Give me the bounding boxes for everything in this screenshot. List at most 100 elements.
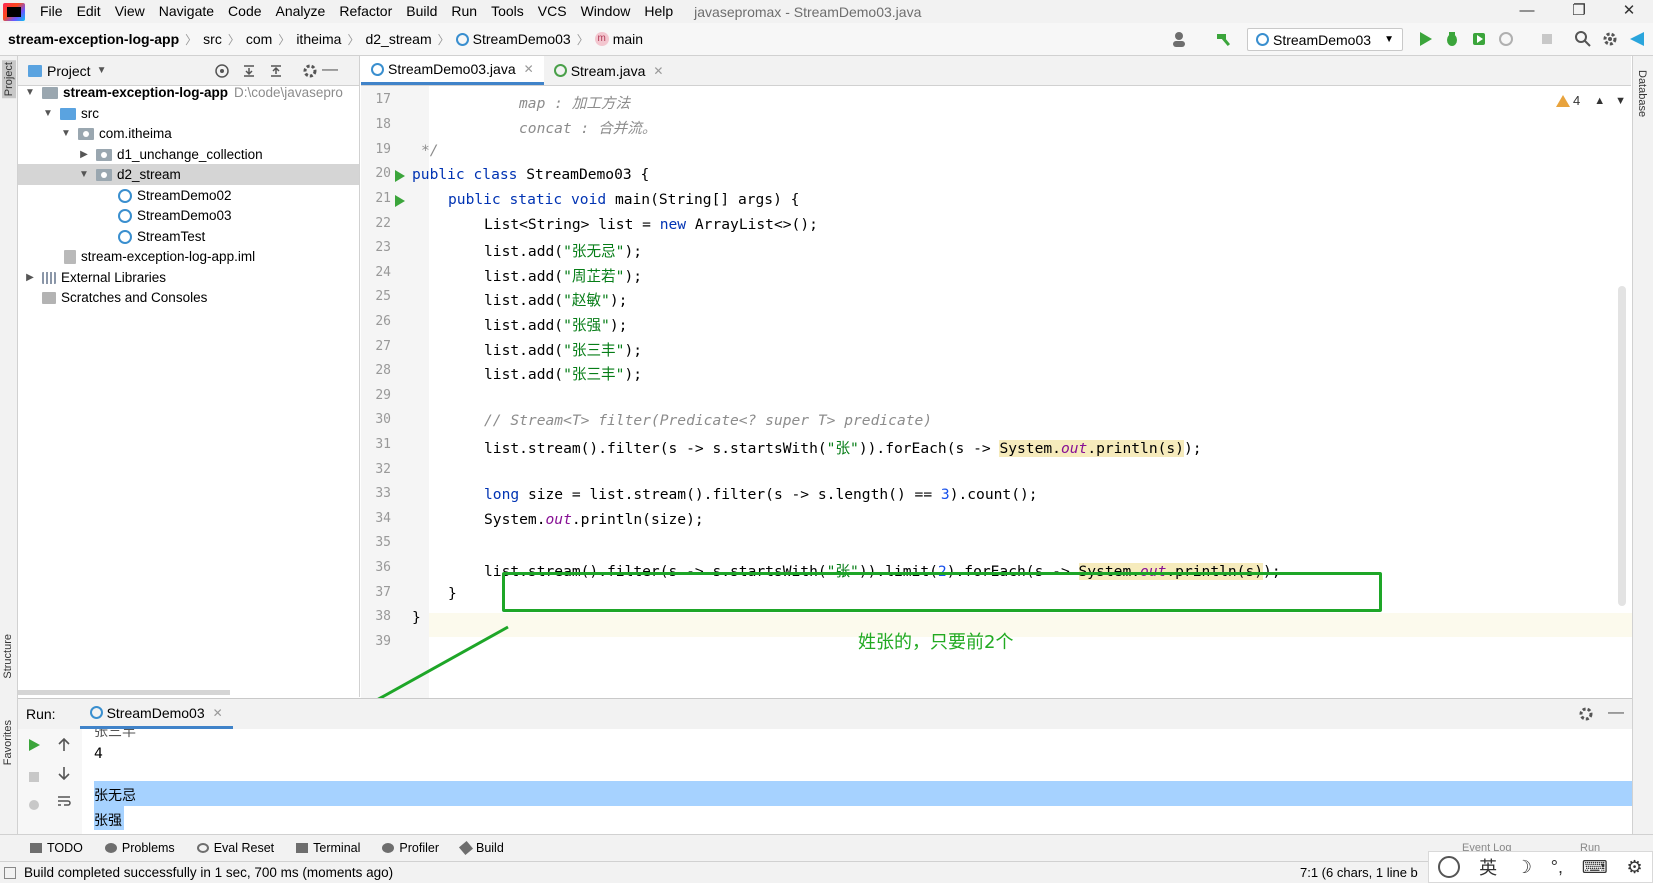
jetbrains-toolbox-icon[interactable] [1628,30,1646,48]
build-hammer-icon[interactable] [1215,30,1233,48]
locate-icon[interactable] [214,63,230,79]
menu-build[interactable]: Build [399,0,444,23]
tree-item-d2[interactable]: ▼ d2_stream [18,164,359,185]
chevron-down-icon[interactable]: ▼ [24,87,36,98]
todo-tool-button[interactable]: TODO [30,841,83,855]
ime-language-toggle[interactable]: 英 [1479,854,1497,880]
coverage-icon[interactable] [1470,30,1488,48]
tab-streamdemo03[interactable]: StreamDemo03.java ✕ [361,56,544,85]
run-configuration-select[interactable]: StreamDemo03 ▼ [1247,28,1403,51]
punctuation-icon[interactable]: °, [1551,857,1563,878]
chevron-down-icon[interactable]: ▼ [1615,95,1626,107]
minimize-button[interactable]: — [1503,0,1551,23]
build-tool-button[interactable]: Build [458,840,504,856]
gear-icon[interactable]: ⚙ [1626,857,1642,878]
caret-position[interactable]: 7:1 (6 chars, 1 line b [1300,865,1418,880]
menu-help[interactable]: Help [637,0,680,23]
menu-run[interactable]: Run [444,0,484,23]
vertical-scrollbar[interactable] [1618,286,1626,606]
stop-icon[interactable] [1538,30,1556,48]
rerun-icon[interactable] [26,737,42,753]
run-gutter-icon[interactable] [395,170,405,182]
inspection-widget[interactable]: 4 ▲ ▼ [1556,93,1626,108]
database-tool-button[interactable]: Database [1636,70,1648,117]
stop-icon[interactable] [26,769,42,785]
tree-item-file[interactable]: StreamDemo02 [18,185,359,206]
tree-item-d1[interactable]: ▶ d1_unchange_collection [18,144,359,165]
run-gutter-icon[interactable] [395,195,405,207]
breadcrumb-src[interactable]: src 〉 [203,31,246,48]
chevron-down-icon[interactable]: ▼ [42,108,54,119]
breadcrumb-method[interactable]: m main [594,31,643,47]
breadcrumb-class[interactable]: StreamDemo03 〉 [455,31,595,48]
tree-item-scratches[interactable]: Scratches and Consoles [18,287,359,308]
restore-button[interactable]: ❐ [1555,0,1603,23]
hide-icon[interactable]: — [322,61,338,79]
tab-run-streamdemo03[interactable]: StreamDemo03 ✕ [79,699,233,729]
arrow-down-icon[interactable] [56,765,72,781]
menu-code[interactable]: Code [221,0,268,23]
menu-analyze[interactable]: Analyze [269,0,333,23]
menu-vcs[interactable]: VCS [531,0,574,23]
menu-navigate[interactable]: Navigate [152,0,221,23]
tree-item-root[interactable]: ▼ stream-exception-log-app D:\code\javas… [18,82,359,103]
run-tool-button[interactable]: Run [1580,842,1600,851]
gear-icon[interactable] [1601,30,1619,48]
menu-window[interactable]: Window [574,0,638,23]
structure-tool-button[interactable]: Structure [2,634,14,679]
project-tool-button[interactable]: Project [2,60,16,99]
tree-item-iml[interactable]: stream-exception-log-app.iml [18,246,359,267]
event-log-tool-button[interactable]: Event Log [1462,842,1512,851]
chevron-down-icon[interactable]: ▼ [78,169,90,180]
close-icon[interactable]: ✕ [653,64,663,78]
moon-icon[interactable]: ☽ [1516,857,1532,878]
favorites-tool-button[interactable]: Favorites [2,720,14,765]
collapse-all-icon[interactable] [268,63,284,79]
user-icon[interactable] [1172,30,1190,48]
close-icon[interactable]: ✕ [524,62,534,76]
tree-item-src[interactable]: ▼ src [18,103,359,124]
eval-reset-tool-button[interactable]: Eval Reset [196,841,274,855]
chevron-right-icon[interactable]: ▶ [24,272,36,283]
debug-icon[interactable] [26,797,42,813]
search-icon[interactable] [1574,30,1592,48]
status-toggle-icon[interactable] [4,867,16,879]
chevron-down-icon[interactable]: ▼ [60,128,72,139]
breadcrumb-com[interactable]: com 〉 [246,31,296,48]
menu-tools[interactable]: Tools [484,0,531,23]
close-icon[interactable]: ✕ [213,706,223,720]
chevron-right-icon[interactable]: ▶ [78,149,90,160]
settings-gear-icon[interactable] [1578,706,1594,722]
menu-refactor[interactable]: Refactor [332,0,399,23]
tree-item-file[interactable]: StreamTest [18,226,359,247]
breadcrumb-project[interactable]: stream-exception-log-app 〉 [8,31,203,48]
profile-icon[interactable] [1497,30,1515,48]
expand-all-icon[interactable] [241,63,257,79]
debug-icon[interactable] [1443,30,1461,48]
hide-icon[interactable]: — [1608,704,1624,722]
settings-gear-icon[interactable] [302,63,318,79]
profiler-tool-button[interactable]: Profiler [382,841,439,855]
run-icon[interactable] [1416,30,1434,48]
close-button[interactable]: ✕ [1605,0,1653,23]
chevron-up-icon[interactable]: ▲ [1594,95,1605,107]
terminal-tool-button[interactable]: Terminal [296,841,360,855]
chevron-down-icon[interactable]: ▼ [97,65,107,76]
menu-view[interactable]: View [108,0,152,23]
keyboard-icon[interactable]: ⌨ [1582,857,1608,878]
tree-item-file[interactable]: StreamDemo03 [18,205,359,226]
menu-file[interactable]: File [33,0,70,23]
ime-logo-icon[interactable] [1438,856,1461,878]
arrow-up-icon[interactable] [56,737,72,753]
breadcrumb-itheima[interactable]: itheima 〉 [296,31,365,48]
tab-stream[interactable]: Stream.java ✕ [544,56,674,85]
menu-edit[interactable]: Edit [70,0,108,23]
tree-item-package[interactable]: ▼ com.itheima [18,123,359,144]
horizontal-scrollbar[interactable] [18,690,230,695]
soft-wrap-icon[interactable] [56,793,72,809]
tree-item-external[interactable]: ▶ External Libraries [18,267,359,288]
problems-tool-button[interactable]: Problems [104,841,175,855]
intellij-logo-icon[interactable] [3,2,25,21]
breadcrumb-d2-stream[interactable]: d2_stream 〉 [365,31,455,48]
project-panel-title[interactable]: Project [47,63,91,79]
